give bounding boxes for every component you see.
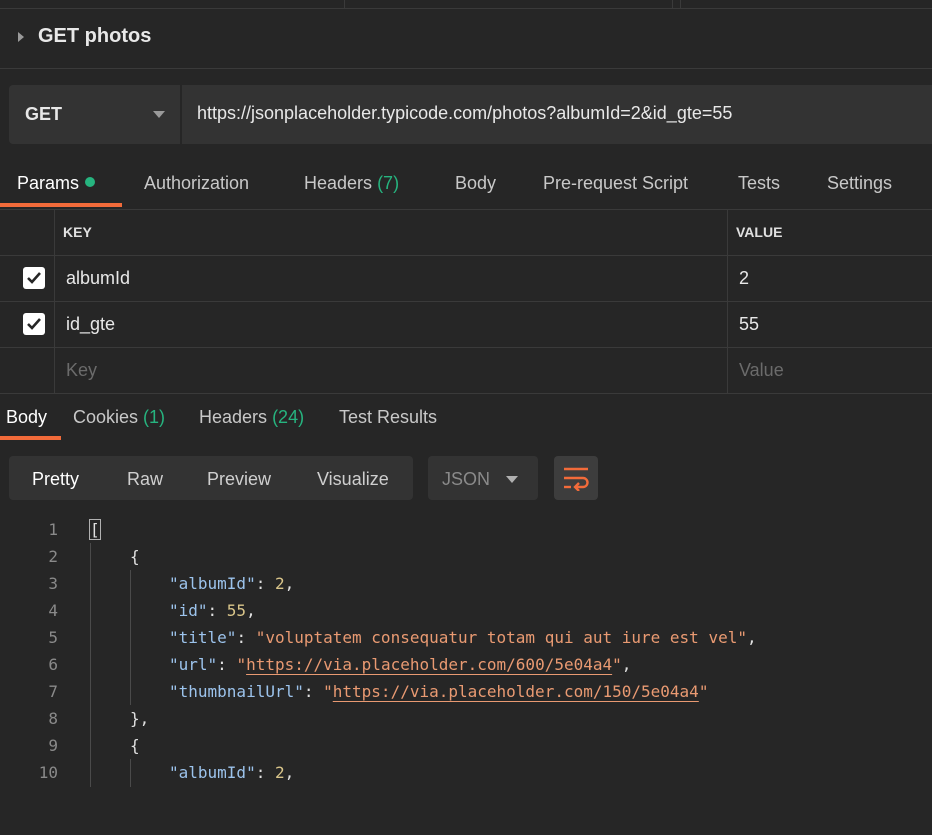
response-tabs: Body Cookies (1) Headers (24) Test Resul… (0, 400, 932, 440)
table-row: id_gte 55 (0, 302, 932, 348)
url-link[interactable]: https://via.placeholder.com/600/5e04a4 (246, 655, 612, 674)
format-toolbar: Pretty Raw Preview Visualize (9, 456, 413, 500)
request-title-bar: GET photos (0, 9, 932, 69)
method-label: GET (25, 104, 63, 124)
tab-separator (344, 0, 345, 8)
language-label: JSON (442, 469, 491, 489)
tab-response-body[interactable]: Body (6, 407, 47, 428)
preview-button[interactable]: Preview (207, 469, 271, 490)
code-line: 2 { (48, 547, 140, 566)
code-line: 1 [ (48, 519, 101, 540)
new-key-input[interactable]: Key (66, 360, 97, 381)
visualize-button[interactable]: Visualize (317, 469, 389, 490)
tab-cookies[interactable]: Cookies (1) (73, 407, 165, 428)
pretty-button[interactable]: Pretty (32, 469, 79, 490)
value-column-header: VALUE (736, 224, 783, 240)
request-tabs: Params Authorization Headers (7) Body Pr… (0, 163, 932, 210)
param-value[interactable]: 2 (739, 268, 749, 289)
params-header-row: KEY VALUE (0, 210, 932, 256)
code-line: 7 "thumbnailUrl": "https://via.placehold… (48, 682, 709, 701)
params-active-dot-icon (85, 177, 96, 187)
param-enabled-checkbox[interactable] (23, 313, 45, 335)
chevron-down-icon (153, 111, 165, 118)
request-name[interactable]: GET photos (38, 25, 151, 48)
checkmark-icon (27, 272, 41, 284)
tab-settings[interactable]: Settings (827, 173, 892, 194)
key-column-header: KEY (63, 224, 92, 240)
tab-body[interactable]: Body (455, 173, 496, 194)
top-tab-strip (0, 0, 932, 9)
code-line: 9 { (48, 736, 140, 755)
wrap-lines-button[interactable] (554, 456, 598, 500)
tab-pre-request-script[interactable]: Pre-request Script (543, 173, 688, 194)
param-key[interactable]: id_gte (66, 314, 115, 335)
tab-params[interactable]: Params (17, 173, 96, 194)
active-tab-indicator (0, 436, 61, 440)
tab-separator (672, 0, 673, 8)
url-input[interactable]: https://jsonplaceholder.typicode.com/pho… (197, 103, 732, 124)
table-row-new: Key Value (0, 348, 932, 394)
param-enabled-checkbox[interactable] (23, 267, 45, 289)
checkmark-icon (27, 318, 41, 330)
code-line: 10 "albumId": 2, (38, 763, 295, 782)
table-row: albumId 2 (0, 256, 932, 302)
wrap-lines-icon (564, 467, 589, 491)
code-line: 3 "albumId": 2, (48, 574, 295, 593)
new-value-input[interactable]: Value (739, 360, 784, 381)
method-select[interactable]: GET (9, 85, 182, 144)
language-select[interactable]: JSON (428, 456, 538, 500)
tab-headers[interactable]: Headers (7) (304, 173, 399, 194)
active-tab-indicator (0, 203, 122, 207)
tab-tests[interactable]: Tests (738, 173, 780, 194)
raw-button[interactable]: Raw (127, 469, 163, 490)
response-code-view[interactable]: 1 [ 2 { 3 "albumId": 2, 4 "id": 55, 5 "t… (0, 516, 932, 787)
chevron-down-icon (506, 476, 518, 483)
code-line: 8 }, (48, 709, 150, 728)
tab-test-results[interactable]: Test Results (339, 407, 437, 428)
param-value[interactable]: 55 (739, 314, 759, 335)
thumbnail-url-link[interactable]: https://via.placeholder.com/150/5e04a4 (333, 682, 699, 701)
tab-separator (680, 0, 681, 8)
code-line: 4 "id": 55, (48, 601, 256, 620)
param-key[interactable]: albumId (66, 268, 130, 289)
url-bar: GET https://jsonplaceholder.typicode.com… (9, 85, 932, 144)
code-line: 5 "title": "voluptatem consequatur totam… (48, 628, 757, 647)
tab-authorization[interactable]: Authorization (144, 173, 249, 194)
code-line: 6 "url": "https://via.placeholder.com/60… (48, 655, 632, 674)
expand-caret-icon[interactable] (18, 32, 24, 42)
tab-response-headers[interactable]: Headers (24) (199, 407, 304, 428)
params-table: KEY VALUE albumId 2 id_gte 55 Key Value (0, 210, 932, 394)
